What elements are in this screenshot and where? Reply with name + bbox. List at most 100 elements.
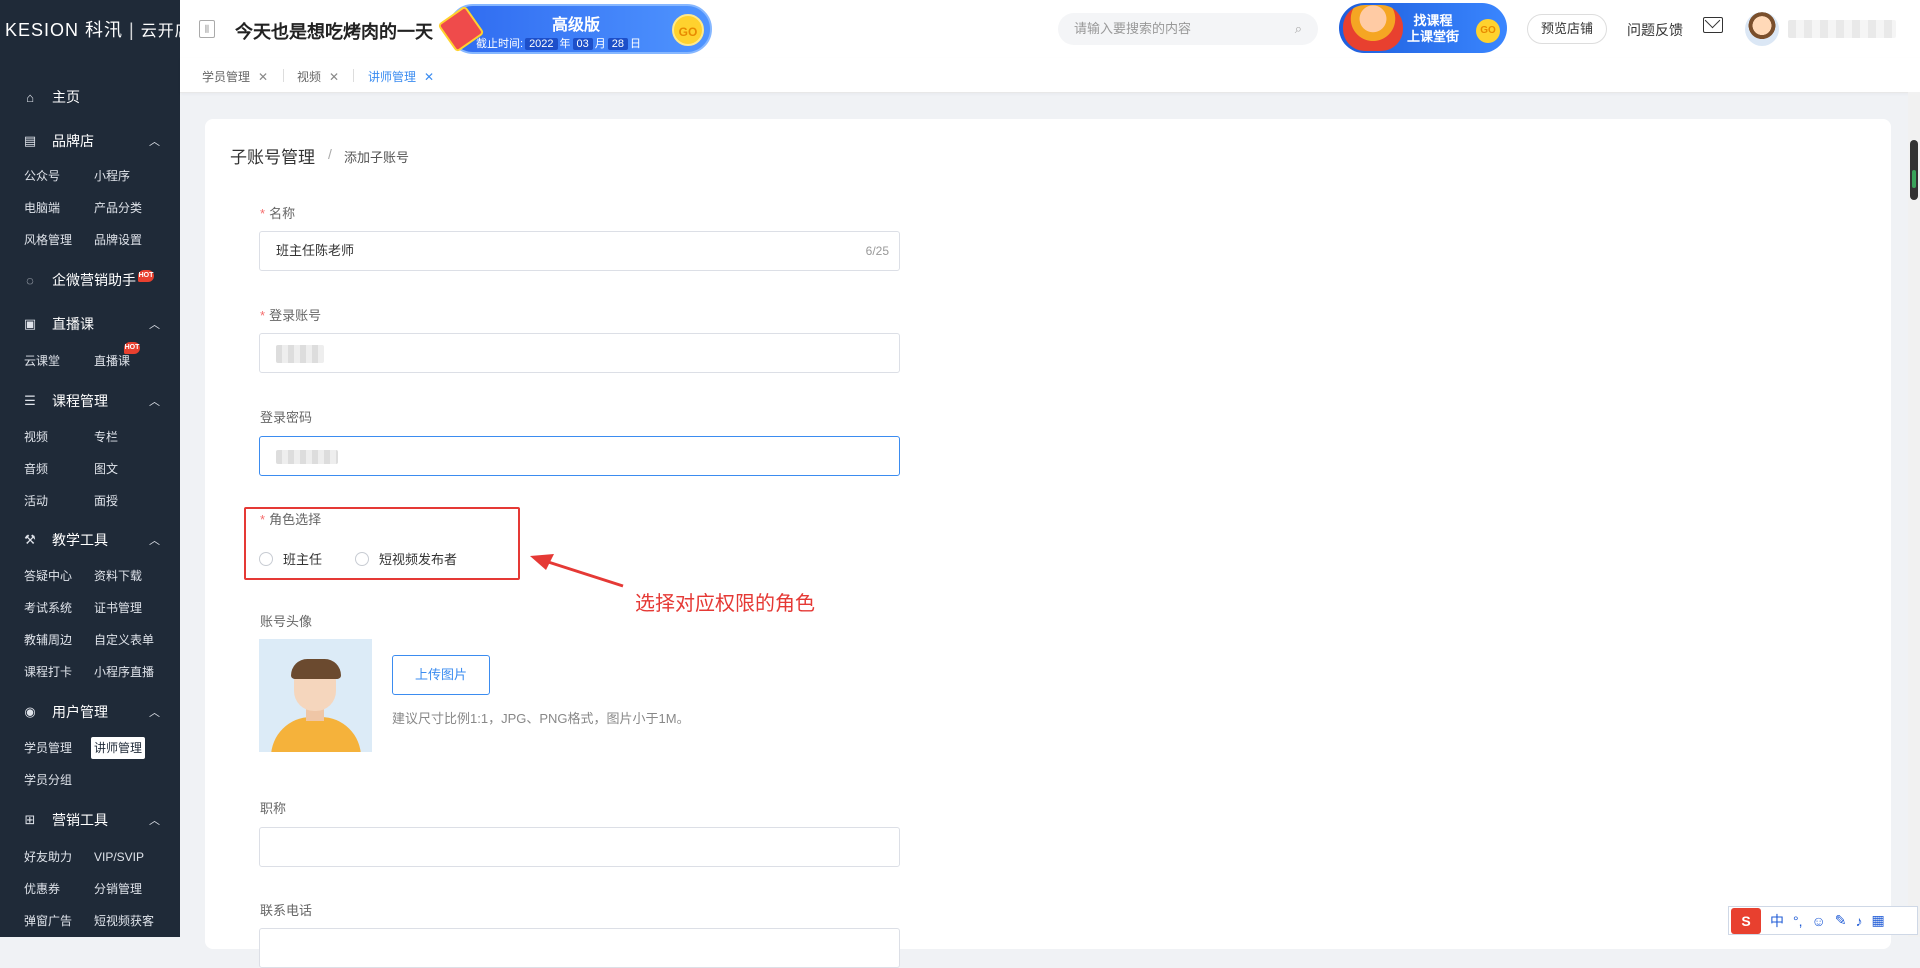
promo-go-button[interactable]: GO — [1476, 19, 1500, 43]
sidebar-item-article[interactable]: 图文 — [94, 458, 118, 480]
password-label: 登录密码 — [260, 410, 313, 425]
sidebar-item-downloads[interactable]: 资料下载 — [94, 565, 142, 587]
avatar[interactable] — [1745, 12, 1779, 46]
tab-students[interactable]: 学员管理 ✕ — [202, 68, 268, 85]
tab-divider — [353, 69, 354, 82]
feedback-link[interactable]: 问题反馈 — [1627, 20, 1683, 40]
sidebar-item-product-category[interactable]: 产品分类 — [94, 197, 142, 219]
ime-lang[interactable]: 中 — [1770, 911, 1784, 931]
sidebar-item-live-course[interactable]: 直播课 HOT — [94, 342, 141, 372]
hot-badge: HOT — [124, 342, 141, 354]
search-input[interactable]: 请输入要搜索的内容 ⌕ — [1058, 13, 1318, 45]
logo[interactable]: KESION 科汛|云开店 — [5, 16, 180, 42]
sidebar-item-vip[interactable]: VIP/SVIP — [94, 846, 144, 868]
tab-lecturers[interactable]: 讲师管理 ✕ — [368, 68, 434, 85]
store-icon[interactable]: ⫼ — [199, 20, 215, 38]
annotation-highlight-box — [244, 507, 520, 580]
chevron-up-icon: ︿ — [149, 815, 160, 827]
upload-image-button[interactable]: 上传图片 — [392, 655, 490, 695]
ime-toolbar[interactable]: S 中 °, ☺ ✎ ♪ ▦ — [1728, 906, 1918, 935]
nav-group-wecom[interactable]: ◌ 企微营销助手 HOT — [0, 266, 180, 294]
account-value-blurred — [276, 344, 324, 363]
search-icon[interactable]: ⌕ — [1295, 13, 1302, 45]
password-field[interactable] — [259, 436, 900, 476]
chevron-up-icon: ︿ — [149, 396, 160, 408]
preview-store-button[interactable]: 预览店铺 — [1527, 14, 1607, 44]
sidebar-item-cloud-class[interactable]: 云课堂 — [24, 350, 60, 372]
sidebar-item-distribution[interactable]: 分销管理 — [94, 878, 142, 900]
job-title-field[interactable] — [259, 827, 900, 867]
nav-group-live[interactable]: ▣ 直播课 ︿ — [0, 310, 180, 338]
sidebar-item-students[interactable]: 学员管理 — [24, 737, 72, 759]
sidebar-item-friend-assist[interactable]: 好友助力 — [24, 846, 72, 868]
mail-icon[interactable] — [1703, 17, 1723, 33]
banner-go-button[interactable]: GO — [672, 14, 704, 46]
nav-group-user[interactable]: ◉ 用户管理 ︿ — [0, 698, 180, 726]
upgrade-banner[interactable]: 高级版 截止时间: 2022 年 03 月 28 日 GO — [437, 4, 712, 54]
grid-icon[interactable]: ▦ — [1872, 912, 1885, 929]
sidebar-item-style[interactable]: 风格管理 — [24, 229, 72, 251]
promo-illustration — [1343, 5, 1403, 51]
sidebar-item-certificate[interactable]: 证书管理 — [94, 597, 142, 619]
mic-icon[interactable]: ♪ — [1856, 913, 1863, 929]
account-field[interactable] — [259, 333, 900, 373]
sidebar-item-video[interactable]: 视频 — [24, 426, 48, 448]
home-icon: ⌂ — [26, 89, 34, 105]
sidebar-item-coupons[interactable]: 优惠券 — [24, 878, 60, 900]
store-title: 今天也是想吃烤肉的一天 — [235, 22, 433, 42]
sidebar-item-short-video[interactable]: 短视频获客 — [94, 910, 154, 932]
promo-line1: 找课程 — [1413, 13, 1453, 28]
password-value-masked — [276, 449, 338, 464]
username-blurred[interactable] — [1788, 20, 1896, 38]
breadcrumb-main[interactable]: 子账号管理 — [230, 143, 315, 168]
nav-group-brand[interactable]: ▤ 品牌店 ︿ — [0, 127, 180, 155]
live-icon: ▣ — [23, 316, 37, 331]
close-icon[interactable]: ✕ — [329, 70, 339, 84]
sidebar-item-checkin[interactable]: 课程打卡 — [24, 661, 72, 683]
name-field[interactable]: 班主任陈老师 6/25 — [259, 231, 900, 271]
scrollbar-thumb[interactable] — [1910, 140, 1918, 200]
sidebar-item-audio[interactable]: 音频 — [24, 458, 48, 480]
chat-icon: ◌ — [26, 272, 34, 288]
banner-deadline: 截止时间: 2022 年 03 月 28 日 — [476, 38, 642, 50]
sidebar-item-exam[interactable]: 考试系统 — [24, 597, 72, 619]
hot-badge: HOT — [138, 270, 154, 282]
name-char-count: 6/25 — [865, 244, 889, 258]
scrollbar[interactable] — [1908, 92, 1920, 937]
nav-group-course[interactable]: ☰ 课程管理 ︿ — [0, 387, 180, 415]
phone-label: 联系电话 — [260, 903, 313, 918]
ime-punct[interactable]: °, — [1793, 913, 1803, 929]
breadcrumb-current: 添加子账号 — [344, 150, 410, 165]
chevron-up-icon: ︿ — [149, 136, 160, 148]
course-street-promo[interactable]: 找课程 上课堂街 GO — [1339, 3, 1507, 53]
avatar-preview — [259, 639, 372, 752]
sidebar-item-popup-ads[interactable]: 弹窗广告 — [24, 910, 72, 932]
sidebar-item-offline[interactable]: 面授 — [94, 490, 118, 512]
sidebar-item-brand-settings[interactable]: 品牌设置 — [94, 229, 142, 251]
sidebar-item-lecturers[interactable]: 讲师管理 — [91, 737, 146, 759]
tabs-bar — [180, 58, 1920, 93]
sidebar-item-activity[interactable]: 活动 — [24, 490, 48, 512]
nav-group-marketing[interactable]: ⊞ 营销工具 ︿ — [0, 806, 180, 834]
sidebar-item-official-account[interactable]: 公众号 — [24, 165, 60, 187]
sidebar-item-pc[interactable]: 电脑端 — [24, 197, 60, 219]
sidebar-item-mini-program[interactable]: 小程序 — [94, 165, 130, 187]
sidebar-item-mini-live[interactable]: 小程序直播 — [94, 661, 154, 683]
tab-video[interactable]: 视频 ✕ — [297, 68, 339, 85]
phone-field[interactable] — [259, 928, 900, 968]
pen-icon[interactable]: ✎ — [1835, 912, 1847, 929]
sidebar-item-qa[interactable]: 答疑中心 — [24, 565, 72, 587]
sogou-logo-icon[interactable]: S — [1731, 907, 1761, 934]
close-icon[interactable]: ✕ — [258, 70, 268, 84]
nav-group-teaching-tools[interactable]: ⚒ 教学工具 ︿ — [0, 526, 180, 554]
emoji-icon[interactable]: ☺ — [1812, 913, 1826, 929]
nav-home[interactable]: ⌂ 主页 — [0, 83, 180, 111]
breadcrumb-separator: / — [328, 146, 332, 162]
chevron-up-icon: ︿ — [149, 535, 160, 547]
banner-title: 高级版 — [552, 17, 601, 34]
sidebar-item-student-groups[interactable]: 学员分组 — [24, 769, 72, 791]
sidebar-item-custom-form[interactable]: 自定义表单 — [94, 629, 154, 651]
sidebar-item-peripherals[interactable]: 教辅周边 — [24, 629, 72, 651]
sidebar-item-column[interactable]: 专栏 — [94, 426, 118, 448]
close-icon[interactable]: ✕ — [424, 70, 434, 84]
